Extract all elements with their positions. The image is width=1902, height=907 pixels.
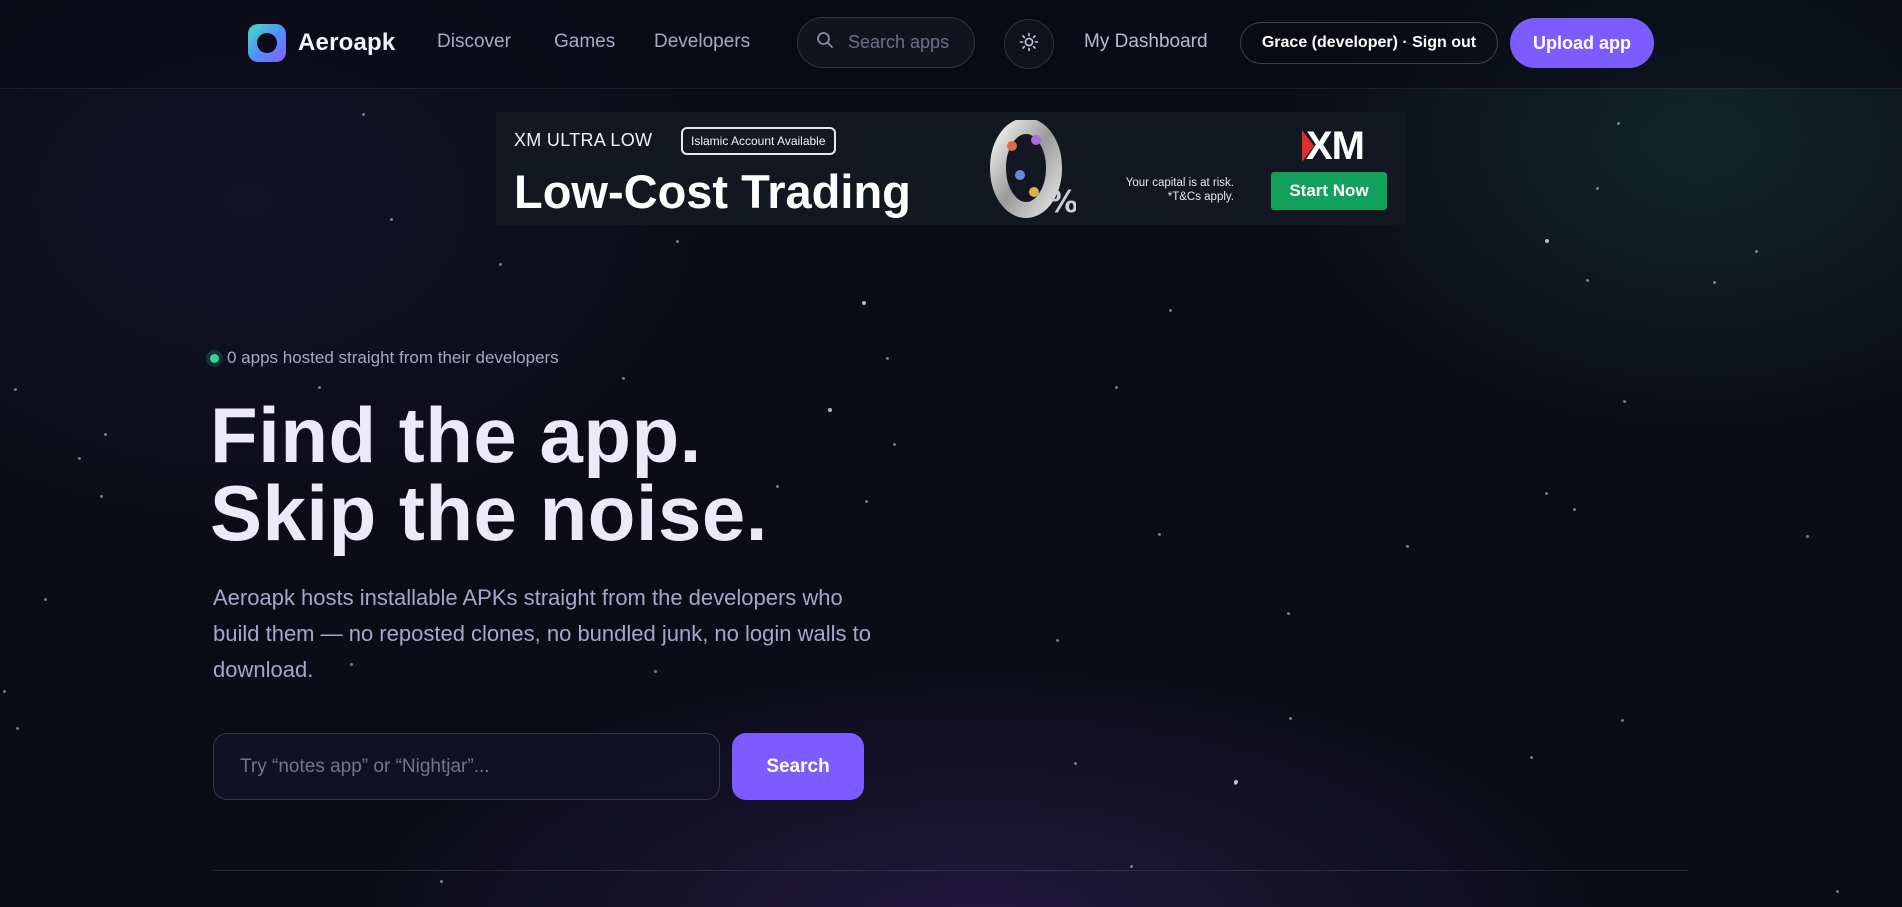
status-dot-icon [210,353,219,363]
top-nav-bar: Aeroapk Discover Games Developers Search… [0,0,1902,89]
brand-name: Aeroapk [298,29,396,56]
hero-search-button[interactable]: Search [732,733,864,800]
my-dashboard-link[interactable]: My Dashboard [1084,31,1208,53]
ad-headline: Low-Cost Trading [514,165,911,218]
ad-tagline: XM ULTRA LOW [514,130,653,150]
ad-start-now-button[interactable]: Start Now [1271,172,1387,210]
header-search[interactable] [797,17,975,68]
nav-discover[interactable]: Discover [437,31,511,53]
ad-disclaimer: Your capital is at risk. *T&Cs apply. [1125,177,1234,203]
page: Aeroapk Discover Games Developers Search… [0,0,1902,907]
hero-search-input[interactable] [240,734,693,799]
upload-app-button[interactable]: Upload app [1510,18,1654,68]
aeroapk-logo-icon [248,24,286,62]
theme-toggle-button[interactable] [1004,19,1054,69]
zero-percent-graphic: % [990,118,1078,220]
sign-out-button[interactable]: Grace (developer) · Sign out [1240,22,1498,64]
nav-developers[interactable]: Developers [654,31,750,53]
ad-badge: Islamic Account Available [681,127,836,155]
hero-headline: Find the app. Skip the noise. [210,391,768,557]
hero-search-field[interactable] [213,733,720,800]
section-divider [213,870,1689,871]
header-search-input[interactable] [848,32,968,53]
hero-description: Aeroapk hosts installable APKs straight … [213,585,871,682]
sun-icon [1019,32,1039,57]
search-icon [816,31,834,54]
apps-hosted-status: 0 apps hosted straight from their develo… [210,348,559,368]
apps-hosted-text: 0 apps hosted straight from their develo… [227,348,559,367]
ad-banner[interactable]: XM ULTRA LOW Islamic Account Available L… [496,112,1406,225]
svg-text:%: % [1048,185,1076,218]
xm-logo: XM [1306,124,1365,168]
nav-games[interactable]: Games [554,31,615,53]
brand-logo[interactable]: Aeroapk [248,24,395,62]
